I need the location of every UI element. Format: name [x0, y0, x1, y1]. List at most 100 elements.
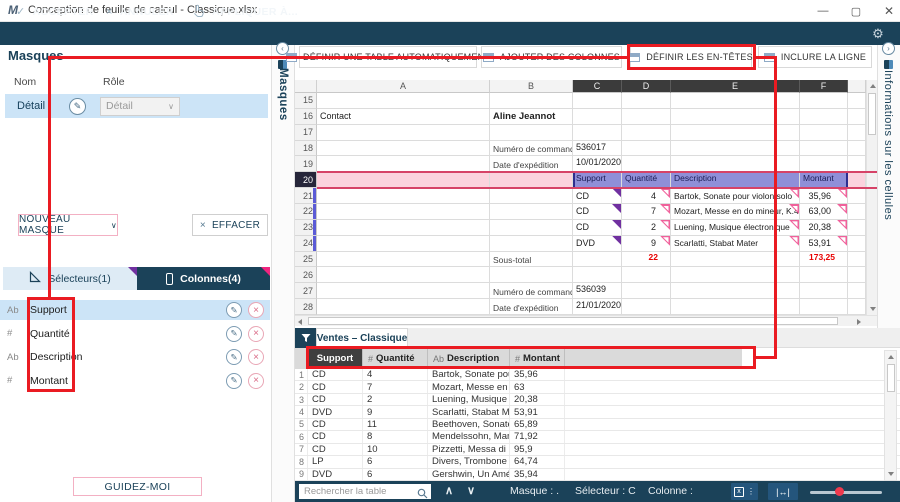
sheet-cell-A18[interactable] [317, 141, 490, 157]
sheet-horizontal-scrollbar[interactable] [295, 315, 877, 326]
scroll-left-icon[interactable] [298, 319, 302, 325]
sheet-cell-G22[interactable] [848, 204, 866, 220]
sheet-cell-B17[interactable] [490, 125, 573, 141]
sheet-cell-D24[interactable]: 9 [622, 236, 671, 252]
sheet-cell-E24[interactable]: Scarlatti, Stabat Mater [671, 236, 800, 252]
row-header-20[interactable]: 20 [295, 172, 317, 188]
table-row-3[interactable]: 3CD2Luening, Musique éle...20,38 [295, 394, 900, 406]
edit-field-icon[interactable]: ✎ [226, 302, 242, 318]
column-header-A[interactable]: A [317, 80, 490, 93]
table-cell[interactable]: CD [308, 369, 363, 380]
table-cell[interactable]: 35,94 [510, 469, 565, 480]
add-columns-button[interactable]: AJOUTER DES COLONNES [481, 46, 622, 68]
row-header-16[interactable]: 16 [295, 109, 317, 125]
edit-field-icon[interactable]: ✎ [226, 349, 242, 365]
sheet-cell-B15[interactable] [490, 93, 573, 109]
sheet-cell-D23[interactable]: 2 [622, 220, 671, 236]
sheet-cell-F23[interactable]: 20,38 [800, 220, 848, 236]
sheet-cell-C20[interactable]: Support [573, 172, 622, 188]
table-cell[interactable]: CD [308, 381, 363, 392]
sheet-cell-D19[interactable] [622, 156, 671, 172]
zoom-slider-track[interactable] [810, 491, 882, 494]
table-cell[interactable]: 7 [295, 444, 308, 455]
row-header-23[interactable]: 23 [295, 220, 317, 236]
table-cell[interactable]: 2 [295, 381, 308, 392]
sheet-cell-G21[interactable] [848, 188, 866, 204]
table-cell[interactable]: 6 [363, 469, 428, 480]
table-cell[interactable]: Divers, Trombone mo... [428, 456, 510, 467]
close-button[interactable]: ✕ [874, 0, 900, 22]
clear-button[interactable]: × EFFACER [192, 214, 268, 236]
new-mask-button[interactable]: NOUVEAU MASQUE ∨ [18, 214, 118, 236]
sheet-cell-A23[interactable] [317, 220, 490, 236]
search-next-button[interactable]: ∨ [467, 484, 475, 497]
list-item-montant[interactable]: #Montant✎× [0, 371, 270, 391]
sheet-cell-A26[interactable] [317, 267, 490, 283]
row-header-19[interactable]: 19 [295, 156, 317, 172]
accept-button[interactable]: ✓ ACCEPTER [16, 0, 94, 23]
table-cell[interactable]: CD [308, 394, 363, 405]
sheet-cell-E21[interactable]: Bartok, Sonate pour violon solo [671, 188, 800, 204]
table-cell[interactable]: 20,38 [510, 394, 565, 405]
delete-field-icon[interactable]: × [248, 302, 264, 318]
sheet-cell-G16[interactable] [848, 109, 866, 125]
sheet-cell-F22[interactable]: 63,00 [800, 204, 848, 220]
sheet-cell-B25[interactable]: Sous-total [490, 252, 573, 268]
minimize-button[interactable]: — [808, 0, 838, 22]
table-funnel-icon[interactable] [295, 328, 316, 348]
sheet-cell-B23[interactable] [490, 220, 573, 236]
role-dropdown[interactable]: Détail ∨ [100, 97, 180, 116]
sheet-cell-E16[interactable] [671, 109, 800, 125]
row-header-21[interactable]: 21 [295, 188, 317, 204]
column-header-B[interactable]: B [490, 80, 573, 93]
sheet-cell-E25[interactable] [671, 252, 800, 268]
table-cell[interactable]: CD [308, 431, 363, 442]
sheet-cell-G26[interactable] [848, 267, 866, 283]
sheet-cell-G25[interactable] [848, 252, 866, 268]
table-row-2[interactable]: 2CD7Mozart, Messe en do...63 [295, 381, 900, 393]
sheet-cell-E28[interactable] [671, 299, 800, 315]
table-cell[interactable]: Luening, Musique éle... [428, 394, 510, 405]
sheet-cell-F17[interactable] [800, 125, 848, 141]
column-header-F[interactable]: F [800, 80, 848, 93]
sheet-cell-G18[interactable] [848, 141, 866, 157]
table-row-5[interactable]: 5CD11Beethoven, Sonate P...65,89 [295, 419, 900, 431]
sheet-cell-E19[interactable] [671, 156, 800, 172]
cancel-button[interactable]: × ANNULER [106, 0, 174, 23]
column-header-G[interactable] [848, 80, 866, 93]
sheet-cell-G15[interactable] [848, 93, 866, 109]
sheet-cell-A20[interactable] [317, 172, 490, 188]
row-header-22[interactable]: 22 [295, 204, 317, 220]
table-cell[interactable]: 2 [363, 394, 428, 405]
table-row-4[interactable]: 4DVD9Scarlatti, Stabat Mater53,91 [295, 406, 900, 418]
sheet-cell-B27[interactable]: Numéro de commande [490, 283, 573, 299]
sheet-cell-E26[interactable] [671, 267, 800, 283]
table-cell[interactable]: 8 [295, 456, 308, 467]
mask-row-detail[interactable]: Détail ✎ Détail ∨ [5, 94, 268, 118]
sheet-cell-B22[interactable] [490, 204, 573, 220]
tab-columns[interactable]: Colonnes(4) [137, 267, 270, 290]
sheet-cell-E22[interactable]: Mozart, Messe en do mineur, K.427 [671, 204, 800, 220]
table-row-9[interactable]: 9DVD6Gershwin, Un Améric...35,94 [295, 469, 900, 481]
sheet-cell-G17[interactable] [848, 125, 866, 141]
column-header-num[interactable] [295, 80, 317, 93]
include-line-button[interactable]: INCLURE LA LIGNE [758, 46, 872, 68]
table-cell[interactable]: 5 [295, 419, 308, 430]
guide-me-button[interactable]: GUIDEZ-MOI [73, 477, 202, 496]
sheet-cell-D25[interactable]: 22 [622, 252, 671, 268]
table-cell[interactable]: 4 [363, 369, 428, 380]
sheet-cell-D17[interactable] [622, 125, 671, 141]
scroll-right-icon[interactable] [857, 319, 861, 325]
sheet-cell-A19[interactable] [317, 156, 490, 172]
row-header-27[interactable]: 27 [295, 283, 317, 299]
sheet-cell-B18[interactable]: Numéro de commande [490, 141, 573, 157]
scrollbar-thumb[interactable] [308, 317, 838, 325]
table-row-1[interactable]: 1CD4Bartok, Sonate pour...35,96 [295, 369, 900, 381]
sheet-cell-D27[interactable] [622, 283, 671, 299]
sheet-cell-D28[interactable] [622, 299, 671, 315]
sheet-cell-A15[interactable] [317, 93, 490, 109]
sheet-cell-C26[interactable] [573, 267, 622, 283]
sheet-cell-A25[interactable] [317, 252, 490, 268]
table-cell[interactable]: Gershwin, Un Améric... [428, 469, 510, 480]
table-cell[interactable]: 65,89 [510, 419, 565, 430]
